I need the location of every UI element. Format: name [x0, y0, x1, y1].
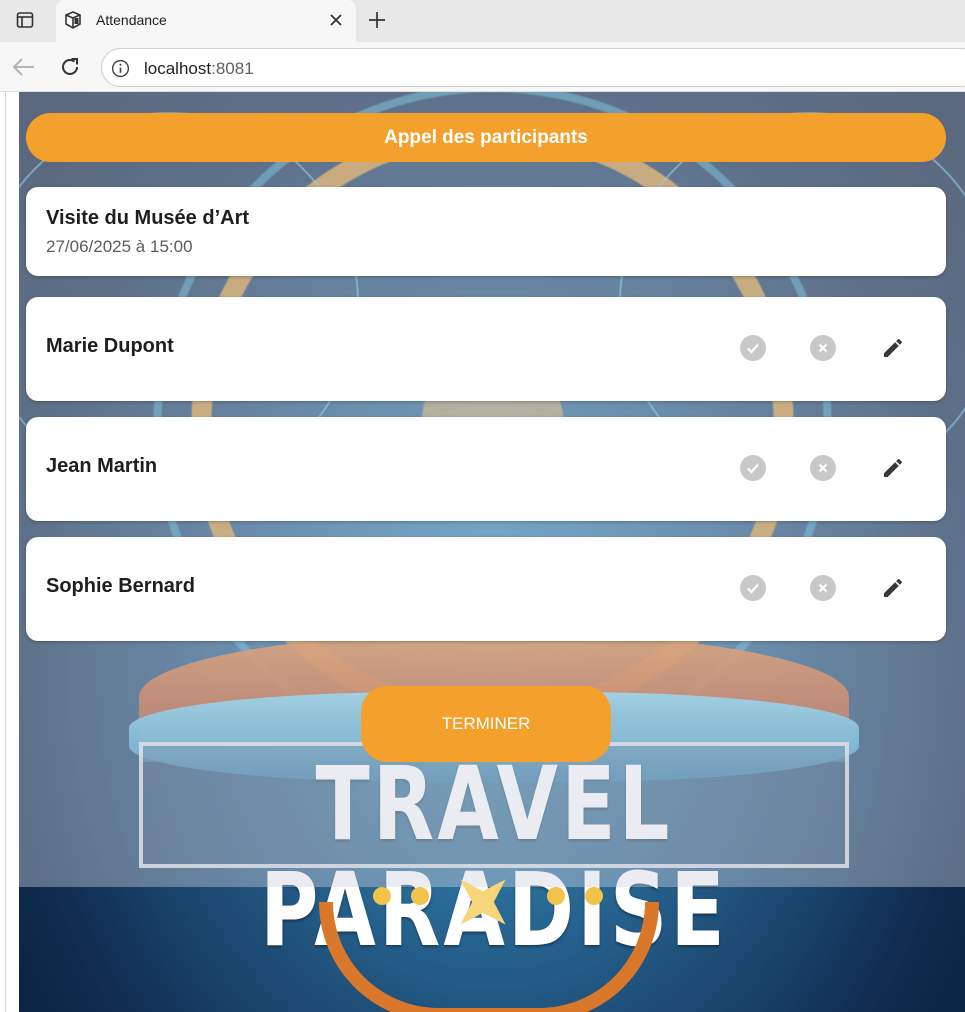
browser-tab-strip: Attendance [0, 0, 965, 42]
browser-toolbar: localhost:8081 [0, 42, 965, 92]
finish-button[interactable]: TERMINER [361, 686, 611, 762]
back-button[interactable] [10, 54, 38, 80]
pencil-icon [884, 339, 902, 357]
pencil-icon [884, 459, 902, 477]
edit-participant-button[interactable] [878, 333, 908, 363]
x-circle-icon [810, 575, 836, 601]
tab-sidebar-button[interactable] [6, 6, 44, 34]
x-circle-icon [810, 455, 836, 481]
check-circle-icon [740, 575, 766, 601]
url-text: localhost:8081 [144, 59, 254, 79]
participant-name: Jean Martin [46, 455, 158, 477]
background-arc [319, 902, 659, 1012]
edit-participant-button[interactable] [878, 453, 908, 483]
plus-icon [369, 12, 385, 28]
tab-close-button[interactable] [326, 10, 346, 30]
participant-card: Sophie Bernard [26, 537, 946, 641]
close-icon [330, 14, 342, 26]
participant-card: Marie Dupont [26, 297, 946, 401]
app-favicon-icon [65, 11, 81, 29]
browser-tab-attendance[interactable]: Attendance [56, 0, 356, 42]
participant-name: Marie Dupont [46, 335, 174, 357]
sidebar-icon [16, 12, 34, 28]
page-viewport: TRAVEL PARADISE Appel des participants V… [5, 92, 965, 1012]
reload-button[interactable] [56, 54, 84, 80]
check-circle-icon [740, 455, 766, 481]
page-title: Appel des participants [26, 113, 946, 162]
tab-title: Attendance [96, 12, 167, 28]
event-title: Visite du Musée d’Art [46, 207, 250, 229]
arrow-left-icon [12, 58, 34, 76]
new-tab-button[interactable] [364, 7, 390, 33]
mark-present-button[interactable] [738, 573, 768, 603]
pencil-icon [884, 579, 902, 597]
url-host: localhost [144, 59, 212, 78]
site-info-icon[interactable] [111, 59, 130, 78]
x-circle-icon [810, 335, 836, 361]
app-root: TRAVEL PARADISE Appel des participants V… [19, 92, 965, 1012]
mark-absent-button[interactable] [808, 453, 838, 483]
mark-present-button[interactable] [738, 453, 768, 483]
participant-name: Sophie Bernard [46, 575, 195, 597]
participant-card: Jean Martin [26, 417, 946, 521]
url-port: :8081 [211, 59, 254, 78]
event-datetime: 27/06/2025 à 15:00 [46, 237, 193, 256]
check-circle-icon [740, 335, 766, 361]
event-card: Visite du Musée d’Art 27/06/2025 à 15:00 [26, 187, 946, 276]
reload-icon [62, 58, 78, 75]
mark-present-button[interactable] [738, 333, 768, 363]
address-bar[interactable]: localhost:8081 [101, 48, 965, 87]
mark-absent-button[interactable] [808, 573, 838, 603]
mark-absent-button[interactable] [808, 333, 838, 363]
edit-participant-button[interactable] [878, 573, 908, 603]
